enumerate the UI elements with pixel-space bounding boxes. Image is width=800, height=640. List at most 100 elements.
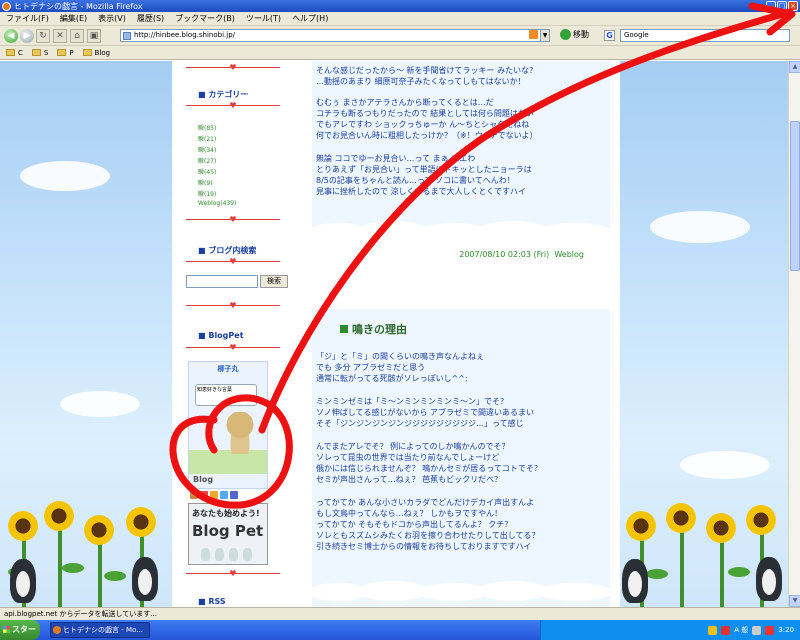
- menu-view[interactable]: 表示(V): [98, 13, 126, 24]
- banner-slogan: あなたも始めよう!: [192, 509, 260, 518]
- post-timestamp: 2007/08/10 02:03 (Fri): [459, 250, 550, 259]
- star-icon[interactable]: [210, 491, 218, 499]
- puppy-icon: [225, 412, 255, 454]
- heart-icon: ♥: [229, 215, 237, 224]
- category-link[interactable]: 瞬(45): [198, 167, 216, 176]
- security-icon[interactable]: [765, 625, 775, 635]
- background-cloud: [60, 391, 140, 417]
- title-bar: ヒトデナシの戯言 - Mozilla Firefox _ □ ×: [0, 0, 800, 12]
- category-link[interactable]: 瞬(21): [198, 134, 216, 143]
- category-link[interactable]: 瞬(27): [198, 156, 216, 165]
- home-button[interactable]: ⌂: [70, 28, 84, 43]
- post-line: 無論 ココでゆーお見合い…って まぁ エエわ: [316, 154, 476, 163]
- firefox-icon: [2, 1, 11, 11]
- url-text: http://hinbee.blog.shinobi.jp/: [134, 31, 235, 39]
- main-content: そんな感じだったから～ 新を手間省けてラッキー みたいな？ …動揺のあまり 細原…: [308, 61, 612, 607]
- menu-help[interactable]: ヘルプ(H): [292, 13, 328, 24]
- ime-indicator[interactable]: A 般: [734, 625, 748, 635]
- heart-icon: ♥: [229, 343, 237, 352]
- post-category-link[interactable]: Weblog: [554, 250, 584, 259]
- category-heading: カテゴリー: [198, 89, 248, 100]
- menu-tools[interactable]: ツール(T): [246, 13, 281, 24]
- go-button[interactable]: 移動: [560, 29, 589, 40]
- rss-heading: RSS: [198, 597, 225, 606]
- blogpet-widget[interactable]: 柳子丸 知恵好きな言葉 Blog: [188, 361, 268, 489]
- heart-icon: ♥: [229, 101, 237, 110]
- status-text: api.blogpet.net からデータを転送しています...: [4, 610, 157, 618]
- help-icon[interactable]: [230, 491, 238, 499]
- sunflower-icon: [44, 501, 74, 531]
- start-button[interactable]: スタート: [0, 620, 40, 640]
- go-arrow-icon: [560, 29, 571, 40]
- url-dropdown-arrow[interactable]: ▼: [540, 29, 550, 42]
- reload-button[interactable]: ↻: [36, 28, 50, 43]
- bookmark-folder-c[interactable]: C: [6, 49, 23, 57]
- blogpet-banner[interactable]: あなたも始めよう! Blog Pet: [188, 503, 268, 565]
- heart-icon: ♥: [229, 301, 237, 310]
- forward-button[interactable]: ▶: [20, 28, 34, 43]
- search-input[interactable]: Google: [620, 29, 790, 42]
- back-button[interactable]: ◀: [4, 28, 18, 43]
- rss-feed-icon[interactable]: [529, 30, 538, 39]
- menu-bookmarks[interactable]: ブックマーク(B): [175, 13, 235, 24]
- category-link[interactable]: 瞬(19): [198, 189, 216, 198]
- post-line: ソレって昆虫の世界では当たり前なんでしょーけど: [316, 453, 500, 462]
- blogpet-heading: BlogPet: [198, 331, 243, 340]
- post-line: もし文鳥中ってんなら…ねぇ？ しかもヲですやん！: [316, 509, 503, 518]
- page-viewport: ♥ カテゴリー ♥ 瞬(85) 瞬(21) 瞬(34) 瞬(27) 瞬(45) …: [0, 61, 788, 607]
- maximize-button[interactable]: □: [777, 1, 787, 11]
- penguin-icon: [10, 559, 36, 603]
- post-line: …動揺のあまり 細原可奈子みたくなってしもてはないか！: [316, 77, 526, 86]
- window-controls: _ □ ×: [766, 1, 798, 11]
- post-line: ソレともスズムシみたくお羽を擦り合わせたりして出してる？: [316, 531, 540, 540]
- scroll-up-arrow[interactable]: ▲: [789, 61, 800, 73]
- background-cloud: [650, 211, 750, 243]
- system-tray: A 般 3:20: [540, 620, 800, 640]
- category-link[interactable]: 瞬(85): [198, 123, 216, 132]
- chat-icon[interactable]: [220, 491, 228, 499]
- background-cloud: [20, 161, 110, 191]
- bookmark-folder-p[interactable]: P: [57, 49, 74, 57]
- blog-search-button[interactable]: 検索: [260, 275, 288, 288]
- post-line: 見事に挫析したので 涼しくなるまで大人しくとくですハイ: [316, 187, 526, 196]
- url-bar[interactable]: http://hinbee.blog.shinobi.jp/: [120, 29, 550, 42]
- menu-history[interactable]: 履歴(S): [137, 13, 164, 24]
- cloud-divider: [308, 581, 612, 601]
- sunflower-icon: [666, 503, 696, 533]
- shield-icon[interactable]: [708, 625, 718, 635]
- heart-icon: ♥: [229, 569, 237, 578]
- bookmark-folder-blog[interactable]: Blog: [82, 49, 110, 57]
- sidebar: ♥ カテゴリー ♥ 瞬(85) 瞬(21) 瞬(34) 瞬(27) 瞬(45) …: [172, 61, 288, 607]
- close-button[interactable]: ×: [788, 1, 798, 11]
- network-icon[interactable]: [721, 625, 731, 635]
- vertical-scrollbar[interactable]: ▲ ▼: [788, 61, 800, 607]
- menu-file[interactable]: ファイル(F): [6, 13, 49, 24]
- post-title[interactable]: 鳴きの理由: [340, 321, 407, 337]
- house-icon[interactable]: [190, 491, 198, 499]
- divider: ♥: [186, 257, 280, 266]
- category-link[interactable]: 瞬(9): [198, 178, 213, 187]
- scroll-thumb[interactable]: [790, 121, 800, 271]
- blog-search-input[interactable]: [186, 275, 258, 288]
- page-icon: [123, 32, 131, 40]
- scroll-down-arrow[interactable]: ▼: [789, 595, 800, 607]
- category-link[interactable]: 瞬(34): [198, 145, 216, 154]
- sunflower-icon: [706, 513, 736, 543]
- go-label: 移動: [573, 30, 589, 39]
- blogpet-name: 柳子丸: [217, 365, 239, 373]
- google-search-engine-icon[interactable]: G: [604, 30, 615, 41]
- heart-icon[interactable]: [200, 491, 208, 499]
- volume-icon[interactable]: [752, 625, 762, 635]
- new-tab-button[interactable]: ▣: [87, 28, 101, 43]
- post-line: 「ジ」と「ミ」の間くらいの鳴き声なんよねぇ: [316, 352, 484, 361]
- blog-search-heading: ブログ内検索: [198, 245, 256, 256]
- penguin-icon: [622, 559, 648, 603]
- taskbar-window-item[interactable]: ヒトデナシの戯言 - Mo...: [50, 622, 150, 638]
- menu-edit[interactable]: 編集(E): [60, 13, 87, 24]
- bookmark-folder-s[interactable]: S: [31, 49, 48, 57]
- folder-icon: [82, 49, 92, 56]
- minimize-button[interactable]: _: [766, 1, 776, 11]
- category-link[interactable]: Weblog(439): [198, 200, 236, 207]
- stop-button[interactable]: ✕: [53, 28, 67, 43]
- window-title: ヒトデナシの戯言 - Mozilla Firefox: [14, 1, 143, 11]
